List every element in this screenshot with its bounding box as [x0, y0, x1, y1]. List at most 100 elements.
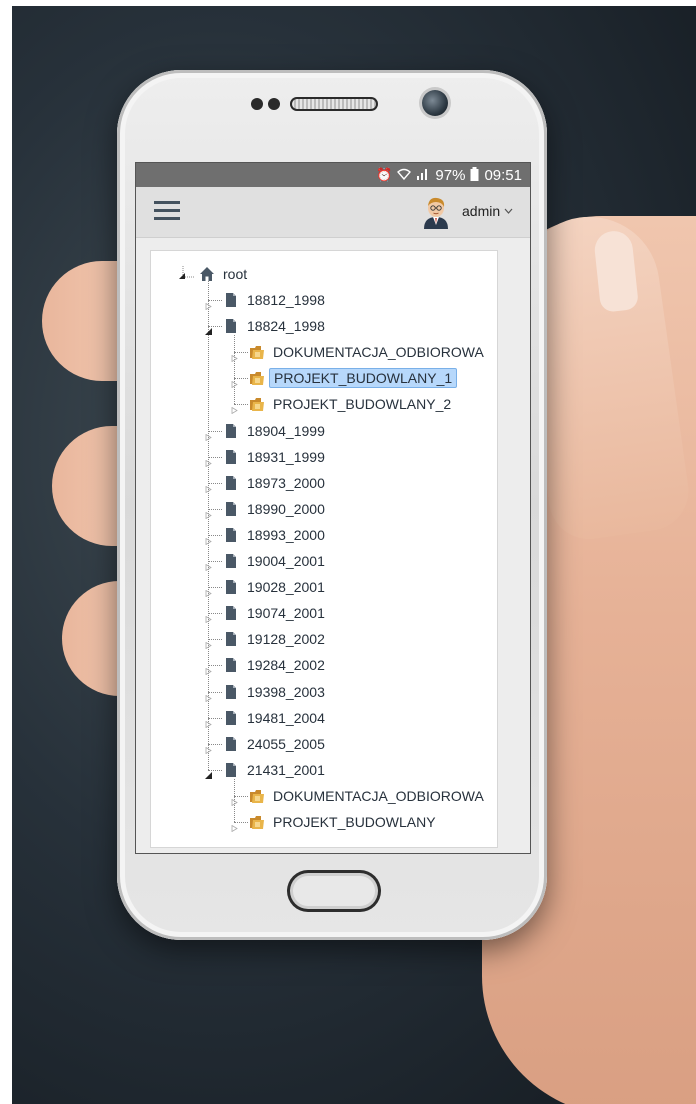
tree-item-label: 18931_1999 [247, 448, 325, 465]
folder-icon [249, 344, 265, 360]
document-icon [223, 501, 239, 517]
tree-document-item[interactable]: 18931_1999 [223, 446, 329, 468]
tree-document-item[interactable]: 19284_2002 [223, 654, 329, 676]
expander-leaf-icon [231, 349, 238, 363]
tree-item-label: 18812_1998 [247, 292, 325, 308]
expander-leaf-icon [205, 506, 212, 520]
battery-percent: 97% [435, 166, 466, 184]
expander-leaf-icon [205, 297, 212, 311]
tree-item-label: DOKUMENTACJA_ODBIOROWA [273, 344, 484, 361]
tree-document-item[interactable]: 19398_2003 [223, 681, 329, 703]
expander-leaf-icon [205, 532, 212, 546]
phone-screen: ⏰ 97% 09:51 admin root 18812_1998 18824_… [136, 163, 530, 853]
expander-leaf-icon [231, 375, 238, 389]
tree-document-item[interactable]: 18973_2000 [223, 472, 329, 494]
tree-item-label: PROJEKT_BUDOWLANY_2 [273, 396, 452, 413]
document-icon [223, 736, 239, 752]
document-icon [223, 657, 239, 673]
document-icon [223, 684, 239, 700]
tree-item-label: 18904_1999 [247, 422, 325, 439]
document-icon [223, 527, 239, 543]
sensor-dot [268, 98, 280, 110]
tree-folder-item[interactable]: PROJEKT_BUDOWLANY [249, 811, 440, 833]
tree-document-item[interactable]: 18990_2000 [223, 498, 329, 520]
expander-expanded-icon[interactable] [205, 767, 212, 779]
folder-icon [249, 396, 265, 412]
document-icon [223, 449, 239, 465]
tree-folder-item[interactable]: PROJEKT_BUDOWLANY_2 [249, 393, 455, 415]
expander-leaf-icon [205, 428, 212, 441]
wifi-icon [397, 168, 412, 183]
expander-expanded-icon[interactable] [205, 323, 212, 336]
tree-folder-item[interactable]: DOKUMENTACJA_ODBIOROWA [249, 341, 488, 363]
folder-tree: root 18812_1998 18824_1998 DOKUMENTACJA_OD… [151, 251, 497, 847]
tree-item-label: 24055_2005 [247, 735, 325, 752]
expander-leaf-icon [231, 793, 238, 807]
tree-document-item[interactable]: 19028_2001 [223, 576, 329, 598]
front-camera [422, 90, 448, 116]
tree-panel: root 18812_1998 18824_1998 DOKUMENTACJA_OD… [150, 250, 498, 848]
tree-document-item[interactable]: 19004_2001 [223, 550, 329, 572]
expander-leaf-icon [205, 636, 212, 650]
battery-icon [470, 166, 479, 184]
tree-item-label: 18973_2000 [247, 474, 325, 491]
tree-document-item[interactable]: 19074_2001 [223, 602, 329, 624]
tree-root[interactable]: root [177, 263, 251, 285]
document-icon [223, 423, 239, 439]
expander-leaf-icon [205, 558, 212, 572]
folder-icon [249, 370, 265, 386]
tree-folder-item[interactable]: DOKUMENTACJA_ODBIOROWA [249, 785, 488, 807]
user-menu[interactable]: admin [462, 203, 513, 219]
tree-document-item[interactable]: 18812_1998 [223, 289, 329, 311]
status-bar: ⏰ 97% 09:51 [136, 163, 530, 187]
tree-item-label: 19004_2001 [247, 553, 325, 569]
tree-item-label: DOKUMENTACJA_ODBIOROWA [273, 787, 484, 804]
chevron-down-icon [504, 206, 513, 217]
expander-leaf-icon [231, 819, 238, 833]
expander-leaf-icon [205, 741, 212, 754]
document-icon [223, 318, 239, 334]
avatar[interactable] [420, 195, 452, 229]
document-icon [223, 475, 239, 491]
tree-item-label: PROJEKT_BUDOWLANY [273, 814, 436, 830]
expander-leaf-icon [231, 401, 238, 415]
tree-document-item[interactable]: 18993_2000 [223, 524, 329, 546]
tree-document-item[interactable]: 24055_2005 [223, 733, 329, 755]
expander-leaf-icon [205, 662, 212, 676]
document-icon [223, 631, 239, 647]
tree-document-item[interactable]: 19128_2002 [223, 628, 329, 650]
expander-leaf-icon [205, 715, 212, 728]
document-icon [223, 553, 239, 569]
expander-leaf-icon [205, 454, 212, 467]
tree-item-label: 18990_2000 [247, 500, 325, 517]
expander-leaf-icon [205, 584, 212, 598]
tree-document-item[interactable]: 19481_2004 [223, 707, 329, 729]
app-header: admin [136, 187, 530, 238]
tree-item-label: PROJEKT_BUDOWLANY_1 [269, 368, 458, 389]
expander-leaf-icon [205, 480, 212, 493]
tree-item-label: 19481_2004 [247, 709, 325, 726]
tree-item-label: 19128_2002 [247, 631, 325, 648]
tree-document-item[interactable]: 21431_2001 [223, 759, 329, 781]
tree-item-label: 18993_2000 [247, 526, 325, 543]
sensor-dot [251, 98, 263, 110]
earpiece-speaker [290, 97, 378, 111]
folder-icon [249, 788, 265, 804]
tree-document-item[interactable]: 18904_1999 [223, 420, 329, 442]
document-icon [223, 762, 239, 778]
expander-leaf-icon [205, 610, 212, 624]
document-icon [223, 292, 239, 308]
home-button[interactable] [287, 870, 381, 912]
signal-icon [416, 168, 430, 183]
tree-folder-item[interactable]: PROJEKT_BUDOWLANY_1 [249, 367, 458, 389]
home-icon [199, 266, 215, 282]
tree-document-item[interactable]: 18824_1998 [223, 315, 329, 337]
document-icon [223, 710, 239, 726]
tree-root-label: root [223, 266, 248, 282]
user-name: admin [462, 203, 501, 219]
tree-item-label: 19028_2001 [247, 579, 325, 596]
hamburger-menu-icon[interactable] [154, 201, 180, 221]
alarm-icon: ⏰ [376, 167, 393, 182]
expander-expanded-icon[interactable] [177, 266, 197, 282]
folder-icon [249, 814, 265, 830]
